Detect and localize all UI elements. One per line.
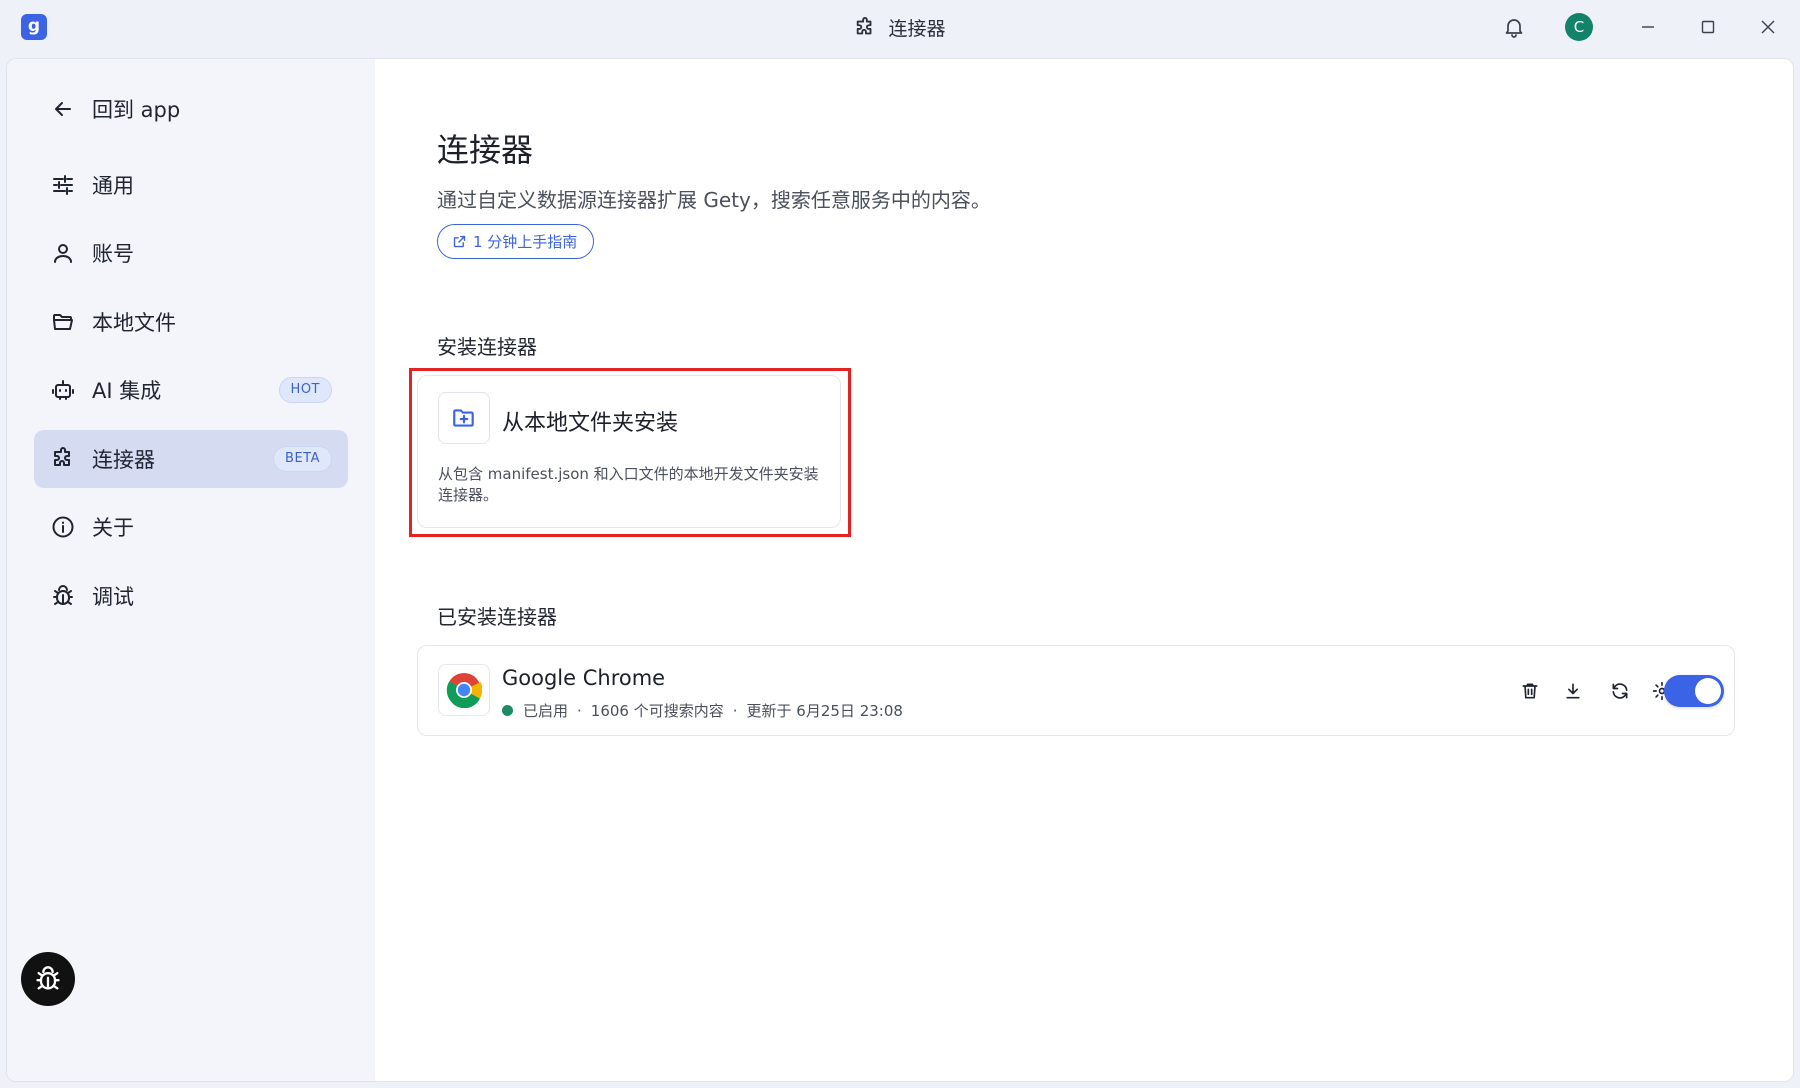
close-button[interactable]: [1752, 11, 1784, 43]
connector-row: Google Chrome 已启用 · 1606 个可搜索内容 · 更新于 6月…: [417, 645, 1735, 736]
maximize-icon: [1700, 19, 1716, 35]
sidebar-item-label: 通用: [92, 174, 134, 198]
sidebar-item-label: 本地文件: [92, 311, 176, 335]
puzzle-icon: [854, 16, 876, 39]
enable-toggle[interactable]: [1664, 675, 1724, 707]
connector-name: Google Chrome: [502, 666, 666, 690]
notifications-button[interactable]: [1498, 11, 1530, 43]
item-count: 1606 个可搜索内容: [590, 702, 724, 720]
minimize-button[interactable]: [1632, 11, 1664, 43]
window-title: 连接器: [0, 14, 1800, 41]
main-content: 连接器 通过自定义数据源连接器扩展 Gety，搜索任意服务中的内容。 1 分钟上…: [375, 59, 1793, 1081]
chrome-icon: [438, 664, 490, 716]
avatar[interactable]: C: [1565, 13, 1593, 41]
guide-label: 1 分钟上手指南: [473, 233, 578, 251]
delete-button[interactable]: [1515, 676, 1545, 706]
trash-icon: [1520, 681, 1540, 701]
hot-badge: HOT: [278, 377, 332, 403]
minimize-icon: [1640, 19, 1656, 35]
bug-icon: [50, 583, 76, 609]
sidebar-item-local-files[interactable]: 本地文件: [34, 293, 348, 351]
sliders-icon: [50, 172, 76, 198]
sidebar-item-label: 账号: [92, 242, 134, 266]
sidebar-item-debug[interactable]: 调试: [34, 567, 348, 625]
download-button[interactable]: [1558, 676, 1588, 706]
download-icon: [1563, 681, 1583, 701]
sidebar-item-account[interactable]: 账号: [34, 224, 348, 282]
robot-icon: [50, 377, 76, 403]
beta-badge: BETA: [273, 446, 332, 472]
install-section-title: 安装连接器: [437, 335, 537, 359]
page-title: 连接器: [437, 131, 534, 169]
maximize-button[interactable]: [1692, 11, 1724, 43]
sidebar-item-label: 关于: [92, 516, 134, 540]
install-card-description: 从包含 manifest.json 和入口文件的本地开发文件夹安装连接器。: [438, 465, 819, 504]
external-link-icon: [452, 234, 467, 249]
refresh-icon: [1610, 681, 1630, 701]
bug-icon: [34, 965, 62, 993]
arrow-left-icon: [50, 96, 76, 122]
sidebar-item-label: 调试: [92, 585, 134, 609]
folder-icon: [50, 309, 76, 335]
installed-section-title: 已安装连接器: [437, 605, 557, 629]
updated-time: 更新于 6月25日 23:08: [746, 702, 903, 720]
sidebar-item-connectors[interactable]: 连接器 BETA: [34, 430, 348, 488]
toggle-knob: [1695, 678, 1721, 704]
refresh-button[interactable]: [1605, 676, 1635, 706]
install-card-title: 从本地文件夹安装: [502, 411, 679, 436]
title-bar: g 连接器 C: [0, 0, 1800, 54]
sidebar-item-label: 连接器: [92, 448, 155, 472]
window-title-text: 连接器: [888, 18, 946, 40]
sidebar-item-about[interactable]: 关于: [34, 498, 348, 556]
page-description: 通过自定义数据源连接器扩展 Gety，搜索任意服务中的内容。: [437, 188, 991, 212]
quick-start-guide-button[interactable]: 1 分钟上手指南: [437, 224, 595, 259]
status-text: 已启用: [523, 702, 569, 720]
sidebar-item-general[interactable]: 通用: [34, 156, 348, 214]
back-to-app-button[interactable]: 回到 app: [34, 80, 348, 138]
folder-plus-icon: [438, 392, 490, 444]
puzzle-icon: [50, 446, 76, 472]
bell-icon: [1502, 15, 1526, 39]
debug-floating-button[interactable]: [21, 952, 75, 1006]
sidebar-item-ai-integration[interactable]: AI 集成 HOT: [34, 361, 348, 419]
settings-window: 回到 app 通用 账号 本地文件 AI 集成 HOT 连接器 BETA 关于 …: [6, 58, 1794, 1082]
user-icon: [50, 240, 76, 266]
install-from-folder-card[interactable]: 从本地文件夹安装 从包含 manifest.json 和入口文件的本地开发文件夹…: [417, 375, 841, 528]
sidebar: 回到 app 通用 账号 本地文件 AI 集成 HOT 连接器 BETA 关于 …: [7, 59, 375, 1081]
sidebar-item-label: AI 集成: [92, 379, 162, 403]
info-icon: [50, 514, 76, 540]
status-dot: [502, 705, 513, 716]
close-icon: [1760, 19, 1776, 35]
back-to-app-label: 回到 app: [92, 98, 181, 122]
connector-meta: 已启用 · 1606 个可搜索内容 · 更新于 6月25日 23:08: [502, 700, 903, 721]
